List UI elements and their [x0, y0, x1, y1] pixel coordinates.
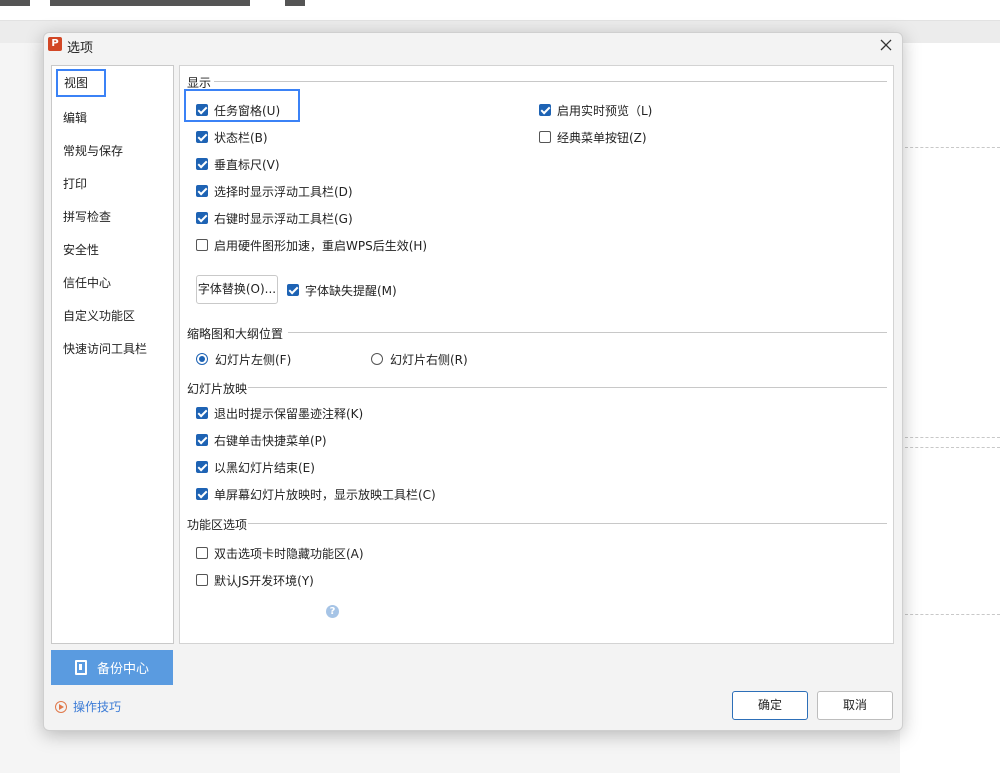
backup-center-button[interactable]: 备份中心 [51, 650, 173, 685]
checkbox-label: 默认JS开发环境(Y) [214, 573, 314, 588]
background-toolbar [0, 0, 1000, 21]
background-text-fragment [50, 0, 250, 6]
radio-label: 幻灯片右侧(R) [390, 352, 468, 367]
dialog-titlebar: P 选项 [44, 33, 902, 57]
radio-label: 幻灯片左侧(F) [215, 352, 292, 367]
checkbox-checked-icon [196, 185, 208, 197]
checkbox-checked-icon [539, 104, 551, 116]
options-dialog: P 选项 视图 编辑 常规与保存 打印 拼写检查 安全性 信任中心 自定义功能区… [43, 32, 903, 731]
background-text-fragment [0, 0, 30, 6]
dialog-title: 选项 [67, 41, 94, 56]
sidebar-item-view[interactable]: 视图 [56, 69, 106, 97]
checkbox-hardware-acceleration[interactable]: 启用硬件图形加速，重启WPS后生效(H) [196, 237, 427, 253]
checkbox-checked-icon [196, 212, 208, 224]
checkbox-label: 右键时显示浮动工具栏(G) [214, 211, 353, 226]
checkbox-font-missing-alert[interactable]: 字体缺失提醒(M) [287, 282, 397, 298]
checkbox-checked-icon [287, 284, 299, 296]
play-circle-icon [55, 700, 67, 713]
sidebar-item-edit[interactable]: 编辑 [63, 109, 87, 126]
checkbox-show-slideshow-toolbar[interactable]: 单屏幕幻灯片放映时，显示放映工具栏(C) [196, 486, 436, 502]
cancel-button[interactable]: 取消 [817, 691, 893, 720]
checkbox-label: 右键单击快捷菜单(P) [214, 433, 327, 448]
section-title-thumbnail-position: 缩略图和大纲位置 [187, 327, 284, 341]
checkbox-unchecked-icon [196, 574, 208, 586]
wps-presentation-icon: P [48, 37, 62, 51]
checkbox-label: 启用实时预览（L) [557, 103, 653, 118]
radio-unselected-icon [371, 353, 383, 365]
checkbox-checked-icon [196, 434, 208, 446]
checkbox-label: 状态栏(B) [214, 130, 268, 145]
checkbox-label: 退出时提示保留墨迹注释(K) [214, 406, 364, 421]
section-divider [248, 387, 887, 388]
sidebar-item-security[interactable]: 安全性 [63, 241, 99, 258]
checkbox-floating-toolbar-on-right-click[interactable]: 右键时显示浮动工具栏(G) [196, 210, 353, 226]
tips-label: 操作技巧 [73, 700, 122, 714]
checkbox-label: 以黑幻灯片结束(E) [214, 460, 315, 475]
sidebar-item-general-save[interactable]: 常规与保存 [63, 142, 123, 159]
help-icon[interactable]: ? [326, 605, 339, 618]
checkbox-right-click-menu[interactable]: 右键单击快捷菜单(P) [196, 432, 327, 448]
category-sidebar: 视图 编辑 常规与保存 打印 拼写检查 安全性 信任中心 自定义功能区 快速访问… [51, 65, 174, 644]
checkbox-label: 经典菜单按钮(Z) [557, 130, 647, 145]
background-guide-line [905, 147, 1000, 148]
checkbox-end-with-black-slide[interactable]: 以黑幻灯片结束(E) [196, 459, 315, 475]
checkbox-checked-icon [196, 407, 208, 419]
ok-button[interactable]: 确定 [732, 691, 808, 720]
checkbox-checked-icon [196, 104, 208, 116]
close-icon [880, 39, 892, 51]
background-text-fragment [285, 0, 305, 6]
background-guide-line [905, 437, 1000, 438]
checkbox-unchecked-icon [196, 239, 208, 251]
checkbox-label: 双击选项卡时隐藏功能区(A) [214, 546, 364, 561]
checkbox-label: 字体缺失提醒(M) [305, 283, 397, 298]
checkbox-default-js-environment[interactable]: 默认JS开发环境(Y) [196, 572, 314, 588]
checkbox-keep-ink-annotations[interactable]: 退出时提示保留墨迹注释(K) [196, 405, 363, 421]
checkbox-checked-icon [196, 488, 208, 500]
checkbox-vertical-ruler[interactable]: 垂直标尺(V) [196, 156, 280, 172]
checkbox-label: 任务窗格(U) [214, 103, 281, 118]
checkbox-checked-icon [196, 131, 208, 143]
sidebar-item-quick-access-toolbar[interactable]: 快速访问工具栏 [63, 340, 147, 357]
sidebar-item-print[interactable]: 打印 [63, 175, 87, 192]
section-title-display: 显示 [187, 76, 212, 90]
sidebar-item-spell-check[interactable]: 拼写检查 [63, 208, 111, 225]
radio-selected-icon [196, 353, 208, 365]
section-divider [288, 332, 887, 333]
section-divider [248, 523, 887, 524]
checkbox-unchecked-icon [539, 131, 551, 143]
radio-slides-left[interactable]: 幻灯片左侧(F) [196, 351, 291, 367]
checkbox-status-bar[interactable]: 状态栏(B) [196, 129, 268, 145]
checkbox-checked-icon [196, 158, 208, 170]
sidebar-item-trust-center[interactable]: 信任中心 [63, 274, 111, 291]
sidebar-item-customize-ribbon[interactable]: 自定义功能区 [63, 307, 135, 324]
checkbox-checked-icon [196, 461, 208, 473]
checkbox-label: 启用硬件图形加速，重启WPS后生效(H) [214, 238, 428, 253]
section-title-ribbon-options: 功能区选项 [187, 518, 248, 532]
checkbox-floating-toolbar-on-select[interactable]: 选择时显示浮动工具栏(D) [196, 183, 353, 199]
backup-center-label: 备份中心 [96, 662, 149, 677]
background-slide [900, 43, 1000, 773]
checkbox-label: 垂直标尺(V) [214, 157, 280, 172]
font-replace-button[interactable]: 字体替换(O)... [196, 275, 278, 304]
section-title-slideshow: 幻灯片放映 [187, 382, 248, 396]
checkbox-classic-menu-button[interactable]: 经典菜单按钮(Z) [539, 129, 647, 145]
checkbox-unchecked-icon [196, 547, 208, 559]
checkbox-task-pane[interactable]: 任务窗格(U) [196, 102, 280, 118]
close-button[interactable] [876, 35, 896, 55]
options-content-panel: 显示 任务窗格(U) 状态栏(B) 垂直标尺(V) 选择时显示浮动工具栏(D) … [179, 65, 894, 644]
checkbox-live-preview[interactable]: 启用实时预览（L) [539, 102, 652, 118]
background-guide-line [905, 614, 1000, 615]
checkbox-label: 单屏幕幻灯片放映时，显示放映工具栏(C) [214, 487, 436, 502]
section-divider [214, 81, 887, 82]
checkbox-double-click-hide-ribbon[interactable]: 双击选项卡时隐藏功能区(A) [196, 545, 364, 561]
tips-link[interactable]: 操作技巧 [55, 698, 121, 715]
checkbox-label: 选择时显示浮动工具栏(D) [214, 184, 353, 199]
backup-document-icon [74, 660, 87, 675]
background-guide-line [905, 447, 1000, 448]
radio-slides-right[interactable]: 幻灯片右侧(R) [371, 351, 468, 367]
